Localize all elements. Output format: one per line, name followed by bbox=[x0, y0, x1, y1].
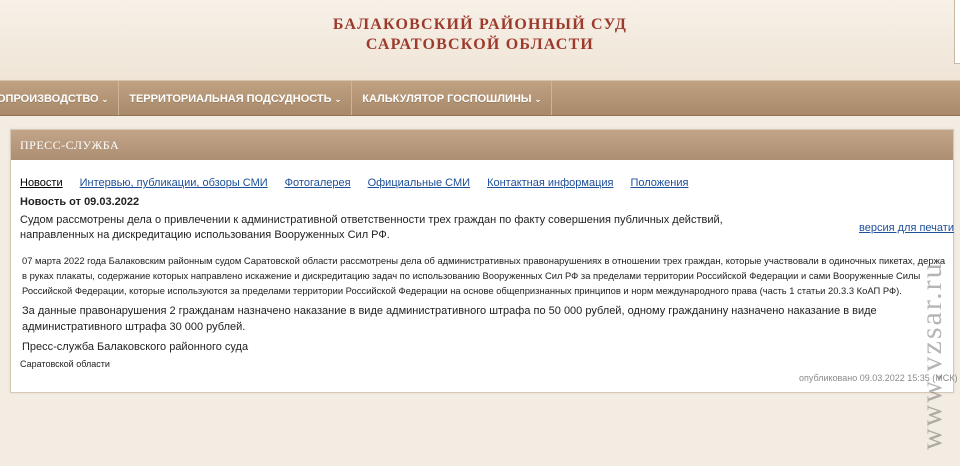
press-service-panel: ПРЕСС-СЛУЖБА Новости Интервью, публикаци… bbox=[10, 129, 958, 393]
tab-official-media[interactable]: Официальные СМИ bbox=[368, 177, 471, 189]
header-corner-box bbox=[954, 0, 960, 64]
nav-item-label: ОПРОИЗВОДСТВО bbox=[0, 93, 99, 105]
court-title-line1: БАЛАКОВСКИЙ РАЙОННЫЙ СУД bbox=[332, 16, 628, 33]
news-date: Новость от 09.03.2022 bbox=[20, 196, 140, 208]
news-paragraph-2: За данные правонарушения 2 гражданам наз… bbox=[22, 305, 877, 333]
chevron-down-icon: ⌄ bbox=[334, 95, 342, 104]
press-signature-region: Саратовской области bbox=[20, 359, 110, 369]
press-tabs: Новости Интервью, публикации, обзоры СМИ… bbox=[20, 177, 705, 189]
print-version-link[interactable]: версия для печати bbox=[859, 222, 954, 234]
chevron-down-icon: ⌄ bbox=[534, 95, 542, 104]
site-header: БАЛАКОВСКИЙ РАЙОННЫЙ СУД САРАТОВСКОЙ ОБЛ… bbox=[0, 0, 960, 80]
news-body: 07 марта 2022 года Балаковским районным … bbox=[22, 255, 946, 296]
nav-item-label: ТЕРРИТОРИАЛЬНАЯ ПОДСУДНОСТЬ bbox=[129, 93, 332, 105]
court-title-line2: САРАТОВСКОЙ ОБЛАСТИ bbox=[365, 36, 595, 53]
nav-item-territorial-jurisdiction[interactable]: ТЕРРИТОРИАЛЬНАЯ ПОДСУДНОСТЬ ⌄ bbox=[119, 81, 353, 115]
nav-item-proceedings[interactable]: ОПРОИЗВОДСТВО ⌄ bbox=[0, 81, 120, 115]
tab-contacts[interactable]: Контактная информация bbox=[487, 177, 613, 189]
chevron-down-icon: ⌄ bbox=[101, 95, 109, 104]
panel-title: ПРЕСС-СЛУЖБА bbox=[11, 130, 953, 160]
tab-regulations[interactable]: Положения bbox=[630, 177, 688, 189]
nav-item-label: КАЛЬКУЛЯТОР ГОСПОШЛИНЫ bbox=[362, 93, 532, 105]
published-timestamp: опубликовано 09.03.2022 15:35 (МСК) bbox=[799, 373, 958, 383]
press-signature: Пресс-служба Балаковского районного суда bbox=[22, 341, 249, 353]
main-navbar: ОПРОИЗВОДСТВО ⌄ ТЕРРИТОРИАЛЬНАЯ ПОДСУДНОС… bbox=[0, 80, 960, 116]
nav-item-fee-calculator[interactable]: КАЛЬКУЛЯТОР ГОСПОШЛИНЫ ⌄ bbox=[352, 81, 553, 115]
tab-news[interactable]: Новости bbox=[20, 177, 63, 189]
tab-photo-gallery[interactable]: Фотогалерея bbox=[285, 177, 351, 189]
tab-interviews[interactable]: Интервью, публикации, обзоры СМИ bbox=[80, 177, 268, 189]
news-lead: Судом рассмотрены дела о привлечении к а… bbox=[20, 214, 723, 241]
